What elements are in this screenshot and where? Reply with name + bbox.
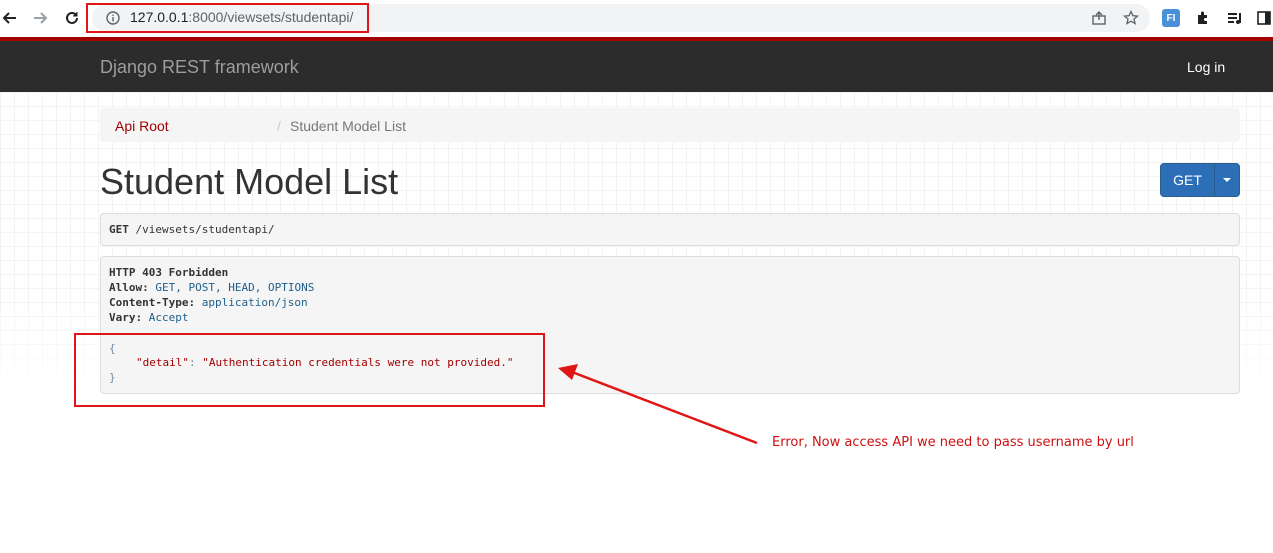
request-method: GET [109,223,129,236]
login-link[interactable]: Log in [1187,59,1225,75]
navbar: Django REST framework Log in [0,41,1273,92]
breadcrumb-api-root[interactable]: Api Root [115,118,169,134]
media-queue-icon[interactable] [1226,9,1244,27]
get-format-dropdown[interactable] [1214,163,1240,197]
breadcrumb-separator: / [277,118,281,134]
annotation-text: Error, Now access API we need to pass us… [772,435,1134,450]
response-header-vary: Vary: Accept [109,311,189,324]
breadcrumb: Api Root / Student Model List [100,108,1240,142]
response-status: HTTP 403 Forbidden [109,266,229,279]
response-header-allow: Allow: GET, POST, HEAD, OPTIONS [109,281,315,294]
get-button[interactable]: GET [1160,163,1215,197]
browser-toolbar: 127.0.0.1:8000/viewsets/studentapi/ FI [0,0,1273,36]
side-panel-icon[interactable] [1255,9,1273,27]
breadcrumb-current: Student Model List [290,118,406,134]
request-info: GET /viewsets/studentapi/ [100,213,1240,246]
forward-arrow-icon[interactable] [30,8,50,28]
star-bookmark-icon[interactable] [1122,9,1140,27]
extension-fi-icon[interactable]: FI [1162,9,1180,27]
caret-down-icon [1223,178,1231,182]
response-header-content-type: Content-Type: application/json [109,296,308,309]
puzzle-extensions-icon[interactable] [1194,9,1212,27]
error-highlight-box [74,333,545,407]
request-path: /viewsets/studentapi/ [135,223,275,236]
back-arrow-icon[interactable] [0,8,20,28]
page-title: Student Model List [100,161,399,202]
navbar-brand[interactable]: Django REST framework [100,57,299,78]
reload-icon[interactable] [62,8,82,28]
url-highlight-box [86,3,369,33]
get-button-group: GET [1160,163,1240,197]
share-icon[interactable] [1090,9,1108,27]
